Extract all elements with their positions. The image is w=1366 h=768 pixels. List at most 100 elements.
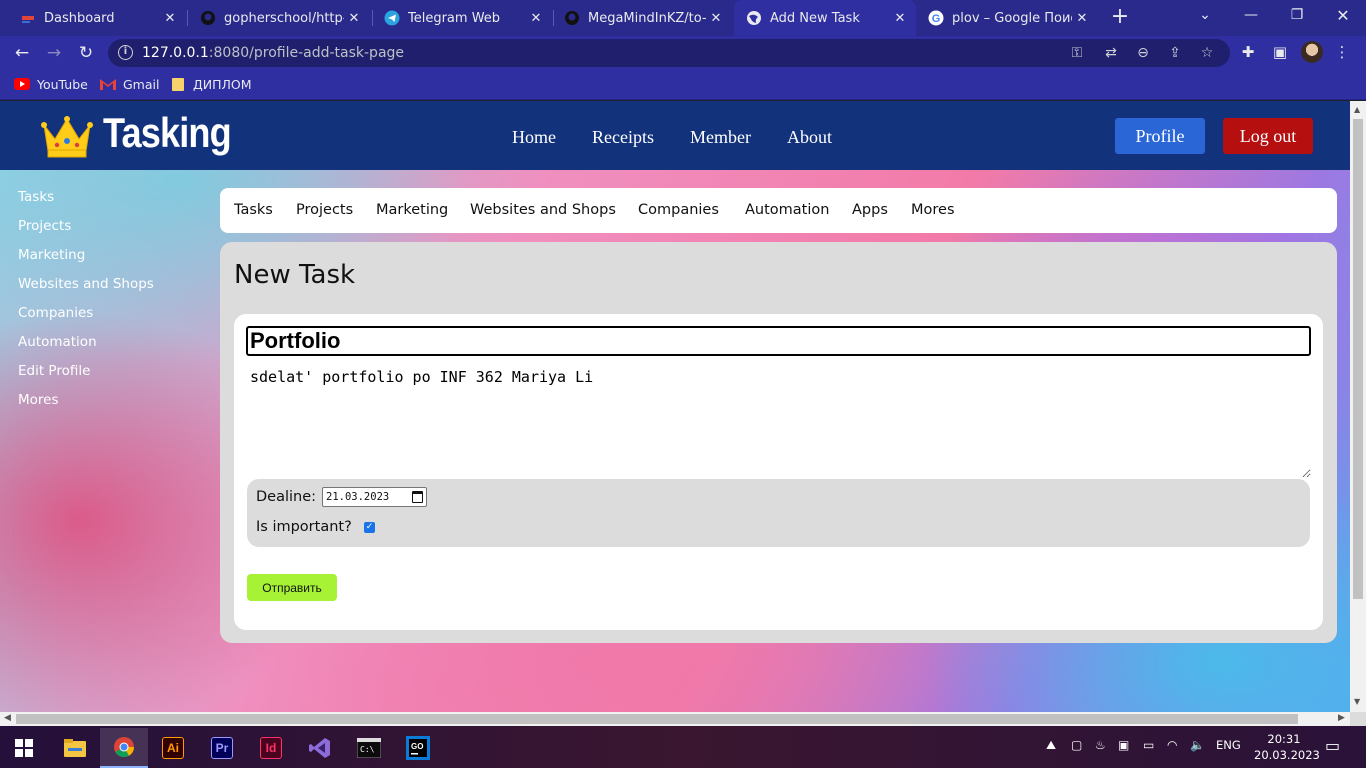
subnav-tasks[interactable]: Tasks	[234, 202, 273, 218]
battery-icon[interactable]: ▭	[1143, 738, 1154, 752]
sidebar-item-mores[interactable]: Mores	[18, 392, 59, 408]
translate-icon[interactable]: ⇄	[1102, 44, 1120, 62]
folder-icon	[170, 76, 186, 92]
subnav-apps[interactable]: Apps	[852, 202, 888, 218]
close-icon[interactable]: ✕	[890, 8, 910, 28]
close-icon[interactable]: ✕	[706, 8, 726, 28]
brand-name[interactable]: Tasking	[103, 109, 232, 157]
page-viewport: Tasking Home Receipts Member About Profi…	[0, 101, 1350, 712]
steam-icon[interactable]: ♨	[1095, 738, 1106, 752]
important-label: Is important?	[256, 519, 352, 535]
submit-button[interactable]: Отправить	[247, 574, 337, 601]
logout-button[interactable]: Log out	[1223, 118, 1313, 154]
file-explorer-icon[interactable]	[51, 728, 99, 768]
profile-avatar[interactable]	[1301, 41, 1323, 63]
restore-icon[interactable]: ❐	[1274, 0, 1320, 30]
reload-icon[interactable]: ↻	[73, 40, 99, 66]
subnav-mores[interactable]: Mores	[911, 202, 955, 218]
scroll-up-arrow-icon[interactable]: ▲	[1354, 105, 1360, 114]
task-description-textarea[interactable]: sdelat' portfolio po INF 362 Mariya Li	[246, 364, 1311, 478]
page-title: New Task	[234, 260, 356, 290]
visual-studio-icon[interactable]	[296, 728, 344, 768]
goland-icon[interactable]: GO	[394, 728, 442, 768]
tray-d-icon[interactable]: ▢	[1071, 738, 1082, 752]
horizontal-scrollbar[interactable]: ◀ ▶	[0, 712, 1350, 726]
tray-app-icon[interactable]: ⛰	[1046, 738, 1056, 753]
close-icon[interactable]: ✕	[526, 8, 546, 28]
nvidia-icon[interactable]: ▣	[1118, 738, 1129, 752]
tab-add-new-task[interactable]: Add New Task ✕	[734, 0, 916, 36]
subnav-websites-and-shops[interactable]: Websites and Shops	[470, 202, 616, 218]
tab-search-chevron-icon[interactable]: ⌄	[1182, 0, 1228, 30]
illustrator-icon[interactable]: Ai	[149, 728, 197, 768]
side-panel-icon[interactable]: ▣	[1268, 40, 1292, 64]
sidebar-item-edit-profile[interactable]: Edit Profile	[18, 363, 90, 379]
forward-arrow-icon[interactable]: →	[41, 40, 67, 66]
subnav-marketing[interactable]: Marketing	[376, 202, 448, 218]
new-tab-plus-icon[interactable]: +	[1108, 6, 1132, 30]
important-checkbox[interactable]: ✓	[364, 522, 375, 533]
clock[interactable]: 20:31 20.03.2023	[1254, 731, 1320, 763]
volume-icon[interactable]: 🔈	[1190, 738, 1205, 752]
tab-gopherschool[interactable]: gopherschool/http-re ✕	[180, 0, 370, 36]
tab-megamind[interactable]: MegaMindInKZ/to-do ✕	[544, 0, 732, 36]
zoom-icon[interactable]: ⊖	[1134, 44, 1152, 62]
tab-dashboard[interactable]: Dashboard ✕	[0, 0, 186, 36]
sidebar-item-tasks[interactable]: Tasks	[18, 189, 54, 205]
windows-start-icon[interactable]	[0, 728, 48, 768]
horizontal-scroll-thumb[interactable]	[16, 714, 1298, 724]
nav-about[interactable]: About	[787, 127, 832, 148]
category-nav: Tasks Projects Marketing Websites and Sh…	[220, 188, 1337, 233]
scroll-right-arrow-icon[interactable]: ▶	[1338, 713, 1345, 723]
sidebar-item-projects[interactable]: Projects	[18, 218, 71, 234]
address-bar[interactable]: i 127.0.0.1:8080/profile-add-task-page ⚿…	[108, 39, 1230, 67]
subnav-automation[interactable]: Automation	[745, 202, 829, 218]
terminal-icon[interactable]: C:\	[345, 728, 393, 768]
deadline-date-input[interactable]: 21.03.2023	[322, 487, 427, 507]
sidebar-item-marketing[interactable]: Marketing	[18, 247, 85, 263]
chrome-icon[interactable]	[100, 728, 148, 768]
close-icon[interactable]: ✕	[344, 8, 364, 28]
scroll-down-arrow-icon[interactable]: ▼	[1354, 697, 1360, 706]
vertical-scroll-thumb[interactable]	[1353, 119, 1363, 599]
tab-telegram[interactable]: Telegram Web ✕	[364, 0, 552, 36]
profile-button[interactable]: Profile	[1115, 118, 1205, 154]
subnav-companies[interactable]: Companies	[638, 202, 719, 218]
nav-receipts[interactable]: Receipts	[592, 127, 654, 148]
language-indicator[interactable]: ENG	[1216, 738, 1241, 752]
premiere-icon[interactable]: Pr	[198, 728, 246, 768]
site-header: Tasking Home Receipts Member About Profi…	[0, 101, 1350, 170]
bookmark-star-icon[interactable]: ☆	[1198, 44, 1216, 62]
scroll-left-arrow-icon[interactable]: ◀	[4, 713, 11, 723]
calendar-icon[interactable]	[412, 491, 423, 503]
subnav-projects[interactable]: Projects	[296, 202, 353, 218]
bookmark-folder-diplom[interactable]: ДИПЛОМ	[170, 76, 252, 92]
task-title-input[interactable]	[246, 326, 1311, 356]
nav-home[interactable]: Home	[512, 127, 556, 148]
crown-logo-icon[interactable]	[40, 113, 94, 159]
site-info-icon[interactable]: i	[118, 45, 133, 60]
bookmark-gmail[interactable]: Gmail	[100, 76, 159, 92]
more-menu-icon[interactable]: ⋮	[1330, 40, 1354, 64]
tab-google-plov[interactable]: G plov – Google Поиск ✕	[916, 0, 1098, 36]
close-icon[interactable]: ✕	[1072, 8, 1092, 28]
indesign-icon[interactable]: Id	[247, 728, 295, 768]
key-icon[interactable]: ⚿	[1068, 44, 1086, 62]
minimize-icon[interactable]: —	[1228, 0, 1274, 30]
nav-member[interactable]: Member	[690, 127, 751, 148]
sidebar-item-companies[interactable]: Companies	[18, 305, 93, 321]
globe-icon	[746, 10, 762, 26]
bookmark-youtube[interactable]: YouTube	[14, 76, 88, 92]
sidebar-item-websites-and-shops[interactable]: Websites and Shops	[18, 276, 154, 292]
back-arrow-icon[interactable]: ←	[9, 40, 35, 66]
url-text[interactable]: 127.0.0.1:8080/profile-add-task-page	[142, 45, 404, 61]
notifications-icon[interactable]: ▭	[1325, 736, 1340, 755]
vertical-scrollbar[interactable]: ▲ ▼	[1350, 101, 1366, 712]
wifi-icon[interactable]: ◠	[1167, 738, 1177, 752]
close-window-icon[interactable]: ✕	[1320, 0, 1366, 30]
share-icon[interactable]: ⇪	[1166, 44, 1184, 62]
close-icon[interactable]: ✕	[160, 8, 180, 28]
sidebar-item-automation[interactable]: Automation	[18, 334, 97, 350]
extensions-puzzle-icon[interactable]: ✚	[1236, 40, 1260, 64]
scrollbar-corner	[1350, 712, 1366, 726]
